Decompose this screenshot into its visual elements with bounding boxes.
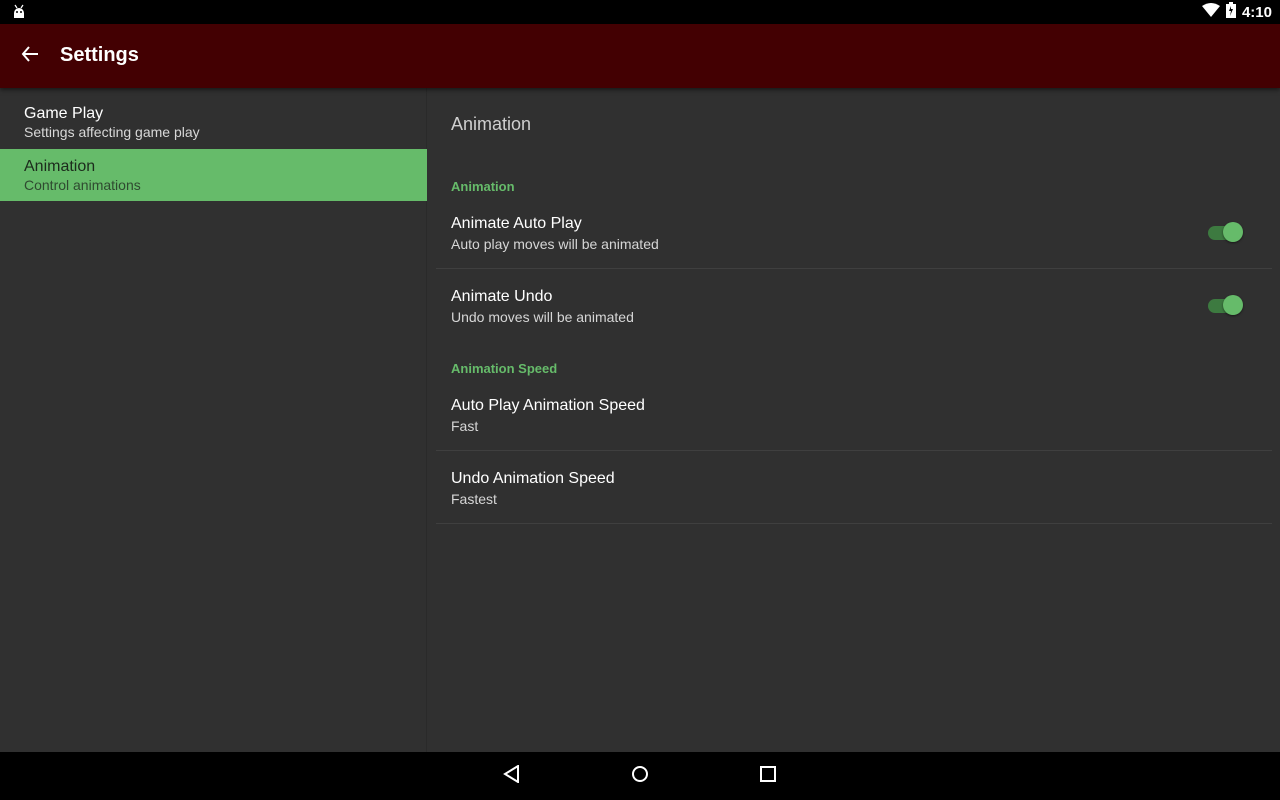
- pref-title: Animate Undo: [451, 288, 553, 305]
- header-title: Game Play: [24, 105, 104, 122]
- status-time: 4:10: [1241, 3, 1272, 21]
- pref-summary: Auto play moves will be animated: [451, 236, 659, 252]
- switch-thumb: [1223, 295, 1243, 315]
- pref-title: Auto Play Animation Speed: [451, 397, 645, 414]
- detail-pane: Animation Animation Animate Auto Play Au…: [428, 88, 1280, 752]
- status-bar: 4:10: [0, 0, 1280, 24]
- pref-title: Animate Auto Play: [451, 215, 582, 232]
- home-circle-icon: [631, 765, 649, 788]
- header-summary: Control animations: [24, 177, 141, 193]
- header-title: Animation: [24, 158, 96, 175]
- header-summary: Settings affecting game play: [24, 124, 200, 140]
- back-triangle-icon: [503, 763, 521, 788]
- pref-undo-animation-speed[interactable]: Undo Animation Speed Fastest: [436, 451, 1272, 524]
- back-button[interactable]: [12, 38, 48, 74]
- detail-title: Animation: [451, 114, 532, 134]
- pref-summary: Fast: [451, 418, 479, 434]
- nav-home-button[interactable]: [624, 760, 656, 792]
- settings-content: Game Play Settings affecting game play A…: [0, 88, 1280, 752]
- app-bar: Settings: [0, 24, 1280, 88]
- switch-thumb: [1223, 222, 1243, 242]
- animate-auto-play-switch[interactable]: [1208, 221, 1244, 243]
- page-title: Settings: [60, 44, 139, 66]
- recents-square-icon: [760, 765, 776, 787]
- pref-summary: Fastest: [451, 491, 497, 507]
- pref-animate-undo[interactable]: Animate Undo Undo moves will be animated: [436, 269, 1272, 342]
- header-item-animation[interactable]: Animation Control animations: [0, 149, 427, 201]
- pref-animate-auto-play[interactable]: Animate Auto Play Auto play moves will b…: [436, 196, 1272, 269]
- battery-icon: [1225, 1, 1236, 23]
- arrow-back-icon: [21, 45, 39, 68]
- status-icons: 4:10: [1201, 0, 1272, 24]
- pref-title: Undo Animation Speed: [451, 470, 615, 487]
- nav-back-button[interactable]: [496, 760, 528, 792]
- nav-recents-button[interactable]: [752, 760, 784, 792]
- animate-undo-switch[interactable]: [1208, 294, 1244, 316]
- pref-summary: Undo moves will be animated: [451, 309, 634, 325]
- category-animation: Animation: [451, 179, 515, 194]
- wifi-icon: [1201, 2, 1220, 22]
- android-debug-icon: [12, 4, 26, 20]
- navigation-bar: [0, 752, 1280, 800]
- header-item-game-play[interactable]: Game Play Settings affecting game play: [0, 96, 427, 148]
- pref-auto-play-animation-speed[interactable]: Auto Play Animation Speed Fast: [436, 378, 1272, 451]
- category-animation-speed: Animation Speed: [451, 361, 558, 376]
- headers-pane: Game Play Settings affecting game play A…: [0, 88, 427, 752]
